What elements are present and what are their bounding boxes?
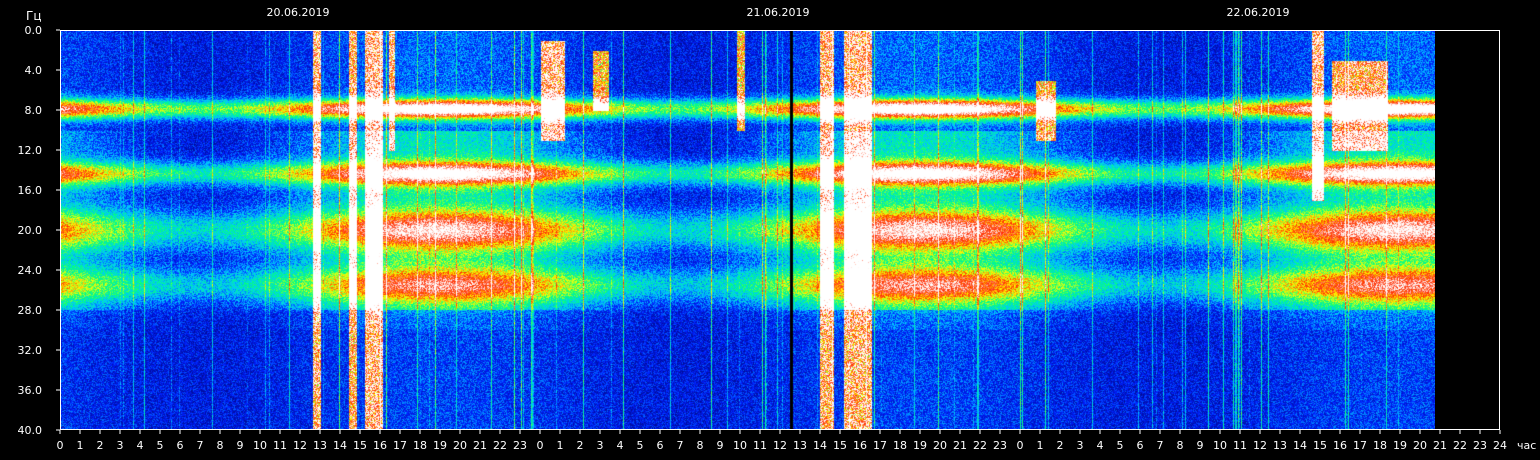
x-tick-label: 15 — [353, 439, 367, 452]
x-tick-label: 18 — [413, 439, 427, 452]
y-tick-label: 36.0 — [18, 384, 43, 397]
y-tick-label: 12.0 — [18, 144, 43, 157]
date-label: 20.06.2019 — [267, 6, 330, 19]
x-tick-label: 19 — [1393, 439, 1407, 452]
x-tick-label: 24 — [1493, 439, 1507, 452]
x-tick-label: 4 — [1097, 439, 1104, 452]
x-tick-label: 3 — [1077, 439, 1084, 452]
x-tick-label: 7 — [197, 439, 204, 452]
x-tick-label: 8 — [1177, 439, 1184, 452]
x-tick-label: 0 — [537, 439, 544, 452]
axes-overlay: Гц час 0.0 4.0 8.0 12.0 16.0 20.0 24.0 28.0 32.0… — [18, 6, 1537, 452]
x-tick-label: 7 — [677, 439, 684, 452]
x-tick-label: 17 — [393, 439, 407, 452]
date-label: 21.06.2019 — [747, 6, 810, 19]
x-tick-label: 18 — [893, 439, 907, 452]
x-tick-label: 12 — [1253, 439, 1267, 452]
x-tick-label: 3 — [597, 439, 604, 452]
x-tick-label: 5 — [157, 439, 164, 452]
x-axis-title: час — [1517, 439, 1536, 452]
x-tick-label: 9 — [717, 439, 724, 452]
y-tick-label: 28.0 — [18, 304, 43, 317]
x-tick-label: 0 — [1017, 439, 1024, 452]
x-tick-label: 11 — [1233, 439, 1247, 452]
x-tick-label: 10 — [253, 439, 267, 452]
x-tick-label: 21 — [953, 439, 967, 452]
x-tick-label: 6 — [177, 439, 184, 452]
y-tick-label: 8.0 — [25, 104, 43, 117]
x-tick-label: 10 — [733, 439, 747, 452]
x-tick-label: 1 — [77, 439, 84, 452]
x-tick-label: 15 — [1313, 439, 1327, 452]
x-tick-label: 17 — [1353, 439, 1367, 452]
x-tick-label: 18 — [1373, 439, 1387, 452]
y-tick-label: 0.0 — [25, 24, 43, 37]
x-tick-label: 22 — [1453, 439, 1467, 452]
y-axis-ticks: 0.0 4.0 8.0 12.0 16.0 20.0 24.0 28.0 32.0 36.0 40.… — [18, 24, 60, 437]
x-tick-label: 12 — [773, 439, 787, 452]
y-tick-label: 40.0 — [18, 424, 43, 437]
x-axis-ticks: 0 1 2 3 4 5 6 7 8 9 10 11 12 13 14 15 16 17 18 19 20 21 22 23 0 1… — [57, 430, 1507, 452]
y-tick-label: 24.0 — [18, 264, 43, 277]
y-tick-label: 16.0 — [18, 184, 43, 197]
x-tick-label: 19 — [913, 439, 927, 452]
x-tick-label: 22 — [493, 439, 507, 452]
x-tick-label: 19 — [433, 439, 447, 452]
x-tick-label: 5 — [1117, 439, 1124, 452]
x-tick-label: 14 — [1293, 439, 1307, 452]
x-tick-label: 2 — [97, 439, 104, 452]
x-tick-label: 14 — [333, 439, 347, 452]
x-tick-label: 13 — [313, 439, 327, 452]
x-tick-label: 11 — [273, 439, 287, 452]
y-tick-label: 4.0 — [25, 64, 43, 77]
x-tick-label: 5 — [637, 439, 644, 452]
x-tick-label: 20 — [1413, 439, 1427, 452]
date-label: 22.06.2019 — [1227, 6, 1290, 19]
date-labels: 20.06.2019 21.06.2019 22.06.2019 — [267, 6, 1290, 19]
x-tick-label: 11 — [753, 439, 767, 452]
x-tick-label: 6 — [1137, 439, 1144, 452]
x-tick-label: 16 — [373, 439, 387, 452]
x-tick-label: 16 — [1333, 439, 1347, 452]
x-tick-label: 4 — [617, 439, 624, 452]
spectrogram-figure: Гц час 0.0 4.0 8.0 12.0 16.0 20.0 24.0 28.0 32.0… — [0, 0, 1540, 460]
y-axis-title: Гц — [26, 9, 42, 23]
x-tick-label: 20 — [453, 439, 467, 452]
x-tick-label: 13 — [793, 439, 807, 452]
x-tick-label: 9 — [1197, 439, 1204, 452]
x-tick-label: 17 — [873, 439, 887, 452]
x-tick-label: 21 — [1433, 439, 1447, 452]
x-tick-label: 15 — [833, 439, 847, 452]
x-tick-label: 9 — [237, 439, 244, 452]
x-tick-label: 12 — [293, 439, 307, 452]
x-tick-label: 23 — [993, 439, 1007, 452]
x-tick-label: 2 — [1057, 439, 1064, 452]
x-tick-label: 2 — [577, 439, 584, 452]
x-tick-label: 7 — [1157, 439, 1164, 452]
x-tick-label: 22 — [973, 439, 987, 452]
x-tick-label: 21 — [473, 439, 487, 452]
x-tick-label: 13 — [1273, 439, 1287, 452]
x-tick-label: 23 — [513, 439, 527, 452]
x-tick-label: 0 — [57, 439, 64, 452]
x-tick-label: 10 — [1213, 439, 1227, 452]
y-tick-label: 32.0 — [18, 344, 43, 357]
x-tick-label: 16 — [853, 439, 867, 452]
y-tick-label: 20.0 — [18, 224, 43, 237]
x-tick-label: 14 — [813, 439, 827, 452]
x-tick-label: 4 — [137, 439, 144, 452]
x-tick-label: 3 — [117, 439, 124, 452]
x-tick-label: 6 — [657, 439, 664, 452]
x-tick-label: 23 — [1473, 439, 1487, 452]
x-tick-label: 1 — [557, 439, 564, 452]
x-tick-label: 1 — [1037, 439, 1044, 452]
x-tick-label: 20 — [933, 439, 947, 452]
x-tick-label: 8 — [217, 439, 224, 452]
x-tick-label: 8 — [697, 439, 704, 452]
